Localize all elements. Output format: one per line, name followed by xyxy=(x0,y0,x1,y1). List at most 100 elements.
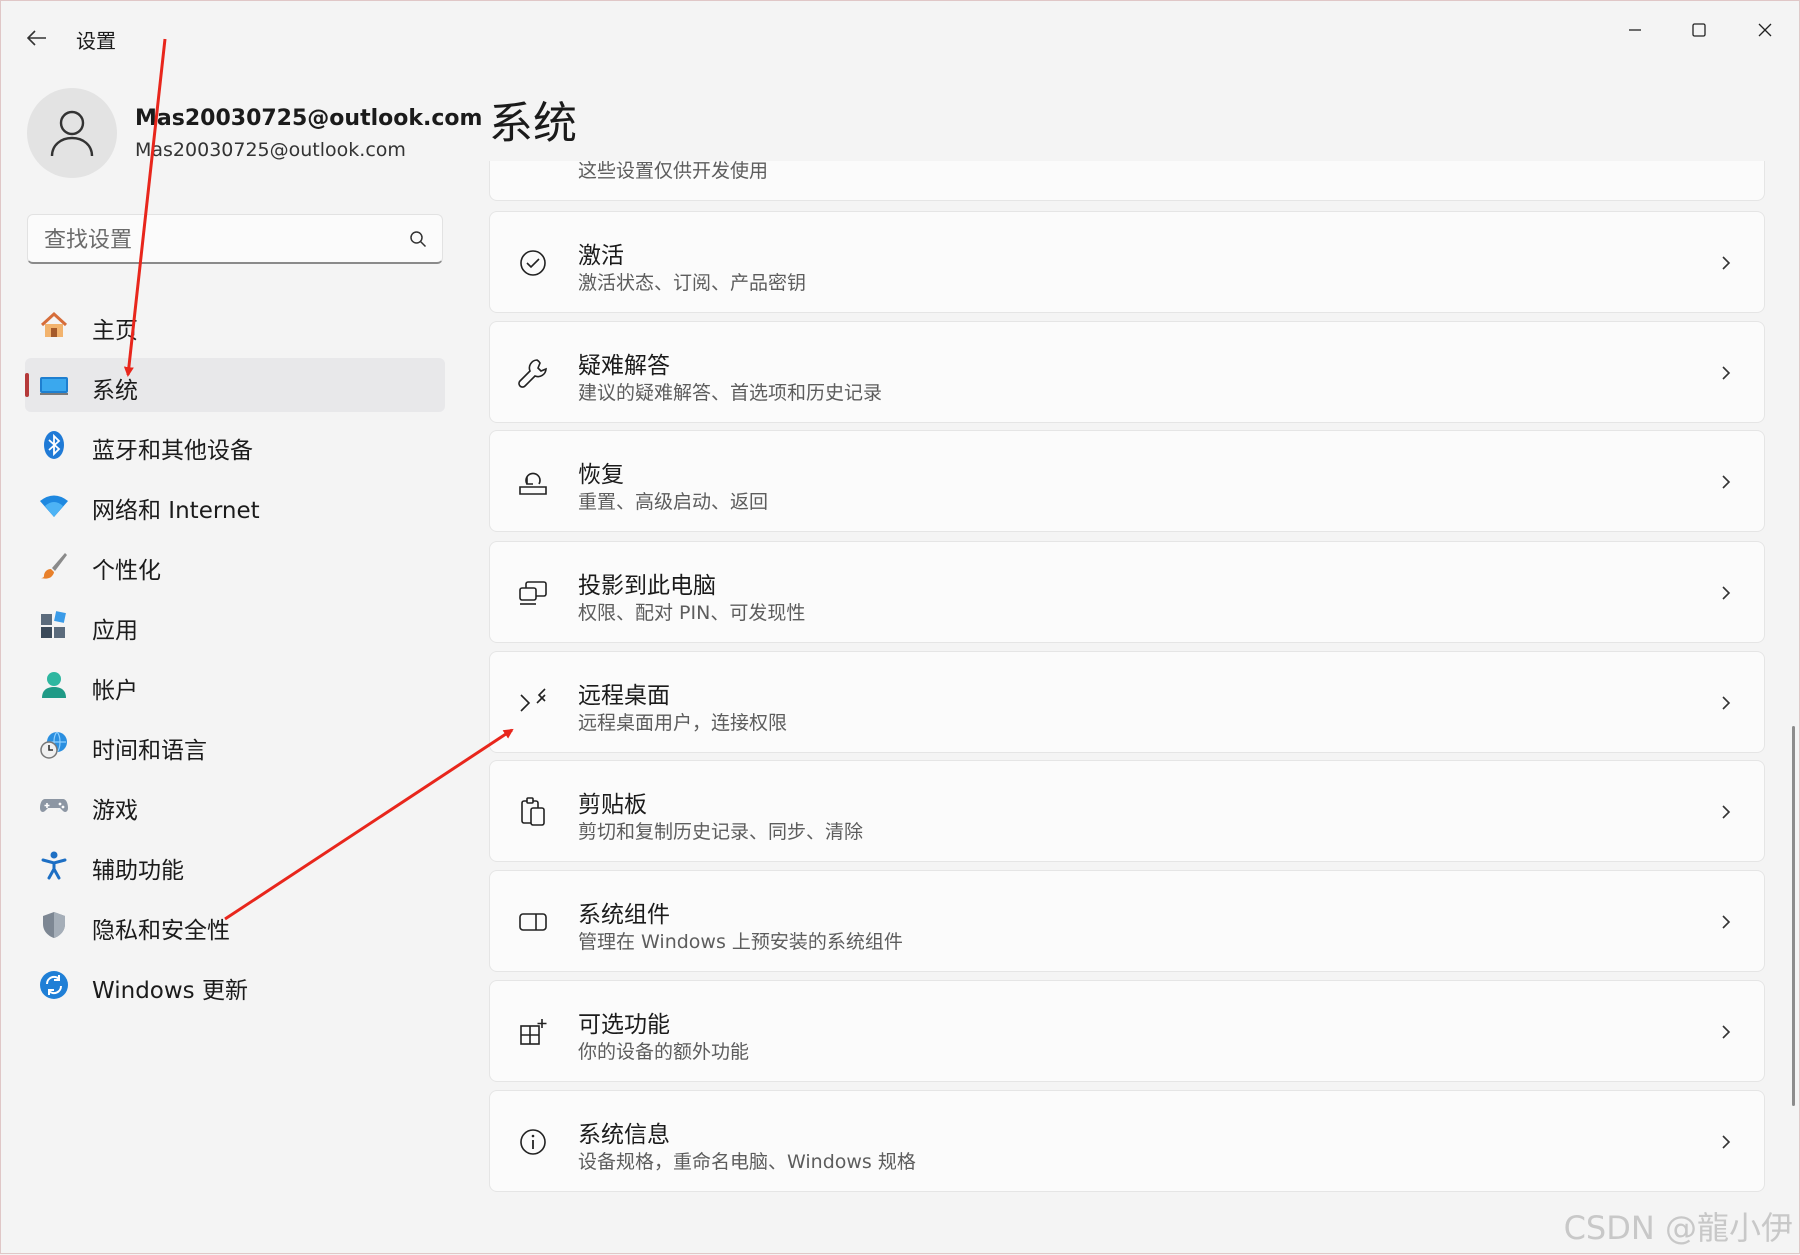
back-button[interactable] xyxy=(19,21,55,55)
info-icon xyxy=(512,1121,554,1163)
sidebar-item-windows-update[interactable]: Windows 更新 xyxy=(25,958,445,1012)
card-title: 剪贴板 xyxy=(578,792,647,818)
page-title: 系统 xyxy=(489,98,577,149)
card-subtitle: 管理在 Windows 上预安装的系统组件 xyxy=(578,931,903,953)
system-icon xyxy=(39,370,69,400)
minimize-icon xyxy=(1629,29,1641,31)
settings-card-remote-desktop[interactable]: 远程桌面 远程桌面用户，连接权限 xyxy=(489,651,1765,753)
settings-list: 这些设置仅供开发使用 激活 激活状态、订阅、产品密钥 疑难解答 建议的疑难解答、… xyxy=(485,161,1767,1255)
components-icon xyxy=(512,901,554,943)
sidebar-item-label: 系统 xyxy=(92,378,138,404)
sidebar-item-label: 网络和 Internet xyxy=(92,498,260,524)
developer-icon xyxy=(512,161,554,172)
sidebar-item-label: 时间和语言 xyxy=(92,738,207,764)
card-title: 系统组件 xyxy=(578,902,670,928)
settings-card-optional-features[interactable]: 可选功能 你的设备的额外功能 xyxy=(489,980,1765,1082)
chevron-right-icon xyxy=(1722,366,1731,380)
title-bar: 设置 xyxy=(1,1,1800,65)
sidebar-item-accessibility[interactable]: 辅助功能 xyxy=(25,838,445,892)
maximize-icon xyxy=(1692,23,1706,37)
card-title: 投影到此电脑 xyxy=(578,573,716,599)
card-title: 疑难解答 xyxy=(578,353,670,379)
minimize-button[interactable] xyxy=(1613,13,1657,47)
sidebar-item-label: 应用 xyxy=(92,618,138,644)
search-icon[interactable] xyxy=(408,229,428,249)
remote-desktop-icon xyxy=(512,682,554,724)
sidebar-item-label: 游戏 xyxy=(92,798,138,824)
sidebar-item-accounts[interactable]: 帐户 xyxy=(25,658,445,712)
sidebar-item-home[interactable]: 主页 xyxy=(25,298,445,352)
card-subtitle: 重置、高级启动、返回 xyxy=(578,491,769,513)
chevron-right-icon xyxy=(1722,805,1731,819)
time-language-icon xyxy=(39,730,69,760)
optional-features-icon xyxy=(512,1011,554,1053)
chevron-right-icon xyxy=(1722,475,1731,489)
update-icon xyxy=(39,970,69,1000)
sidebar-item-label: 帐户 xyxy=(92,678,138,704)
sidebar-item-bluetooth[interactable]: 蓝牙和其他设备 xyxy=(25,418,445,472)
settings-card-project-to-pc[interactable]: 投影到此电脑 权限、配对 PIN、可发现性 xyxy=(489,541,1765,643)
sidebar-item-personalization[interactable]: 个性化 xyxy=(25,538,445,592)
card-title: 系统信息 xyxy=(578,1122,670,1148)
scrollbar[interactable] xyxy=(1792,726,1795,1106)
sidebar-item-time-language[interactable]: 时间和语言 xyxy=(25,718,445,772)
account-icon xyxy=(39,670,69,700)
user-icon xyxy=(50,110,94,157)
watermark: CSDN @龍小伊 xyxy=(1563,1209,1793,1247)
app-title: 设置 xyxy=(76,29,116,53)
brush-icon xyxy=(39,550,69,580)
chevron-right-icon xyxy=(1722,696,1731,710)
chevron-right-icon xyxy=(1722,1135,1731,1149)
home-icon xyxy=(39,310,69,340)
search-input[interactable] xyxy=(42,224,386,256)
maximize-button[interactable] xyxy=(1677,13,1721,47)
chevron-right-icon xyxy=(1722,1025,1731,1039)
shield-icon xyxy=(39,910,69,940)
sidebar-item-system[interactable]: 系统 xyxy=(25,358,445,412)
sidebar-nav: 主页 系统 蓝牙和其他设备 网络和 Internet 个性化 应用 帐户 时间和… xyxy=(25,298,445,1018)
card-title: 激活 xyxy=(578,243,624,269)
profile-email: Mas20030725@outlook.com xyxy=(135,139,406,161)
clipboard-icon xyxy=(512,791,554,833)
card-title: 可选功能 xyxy=(578,1012,670,1038)
sidebar-item-label: 蓝牙和其他设备 xyxy=(92,438,253,464)
search-box[interactable] xyxy=(27,214,443,264)
sidebar-item-label: 主页 xyxy=(92,318,138,344)
close-button[interactable] xyxy=(1743,13,1787,47)
wifi-icon xyxy=(39,490,69,520)
card-subtitle: 远程桌面用户，连接权限 xyxy=(578,712,788,734)
card-subtitle: 剪切和复制历史记录、同步、清除 xyxy=(578,821,864,843)
sidebar-item-apps[interactable]: 应用 xyxy=(25,598,445,652)
chevron-right-icon xyxy=(1722,586,1731,600)
wrench-icon xyxy=(512,352,554,394)
settings-card-system-components[interactable]: 系统组件 管理在 Windows 上预安装的系统组件 xyxy=(489,870,1765,972)
card-subtitle: 你的设备的额外功能 xyxy=(578,1041,750,1063)
profile-name: Mas20030725@outlook.com xyxy=(135,106,483,131)
avatar[interactable] xyxy=(27,88,117,178)
accessibility-icon xyxy=(39,850,69,880)
sidebar-item-network[interactable]: 网络和 Internet xyxy=(25,478,445,532)
sidebar-item-label: 辅助功能 xyxy=(92,858,184,884)
settings-card-recovery[interactable]: 恢复 重置、高级启动、返回 xyxy=(489,430,1765,532)
gamepad-icon xyxy=(39,790,69,820)
card-title: 恢复 xyxy=(578,462,624,488)
sidebar-item-privacy[interactable]: 隐私和安全性 xyxy=(25,898,445,952)
settings-card-activation[interactable]: 激活 激活状态、订阅、产品密钥 xyxy=(489,211,1765,313)
recovery-icon xyxy=(512,461,554,503)
sidebar-item-label: 隐私和安全性 xyxy=(92,918,230,944)
card-subtitle: 激活状态、订阅、产品密钥 xyxy=(578,272,807,294)
settings-card-clipboard[interactable]: 剪贴板 剪切和复制历史记录、同步、清除 xyxy=(489,760,1765,862)
bluetooth-icon xyxy=(39,430,69,460)
check-circle-icon xyxy=(512,242,554,284)
sidebar-item-label: Windows 更新 xyxy=(92,978,248,1004)
apps-icon xyxy=(39,610,69,640)
chevron-right-icon xyxy=(1722,915,1731,929)
back-arrow-icon xyxy=(27,30,46,46)
close-icon xyxy=(1758,23,1772,37)
card-subtitle: 设备规格，重命名电脑、Windows 规格 xyxy=(578,1151,916,1173)
sidebar-item-gaming[interactable]: 游戏 xyxy=(25,778,445,832)
settings-card-about[interactable]: 系统信息 设备规格，重命名电脑、Windows 规格 xyxy=(489,1090,1765,1192)
settings-card-troubleshoot[interactable]: 疑难解答 建议的疑难解答、首选项和历史记录 xyxy=(489,321,1765,423)
settings-card-developers[interactable]: 这些设置仅供开发使用 xyxy=(489,161,1765,201)
card-subtitle: 这些设置仅供开发使用 xyxy=(578,161,769,182)
